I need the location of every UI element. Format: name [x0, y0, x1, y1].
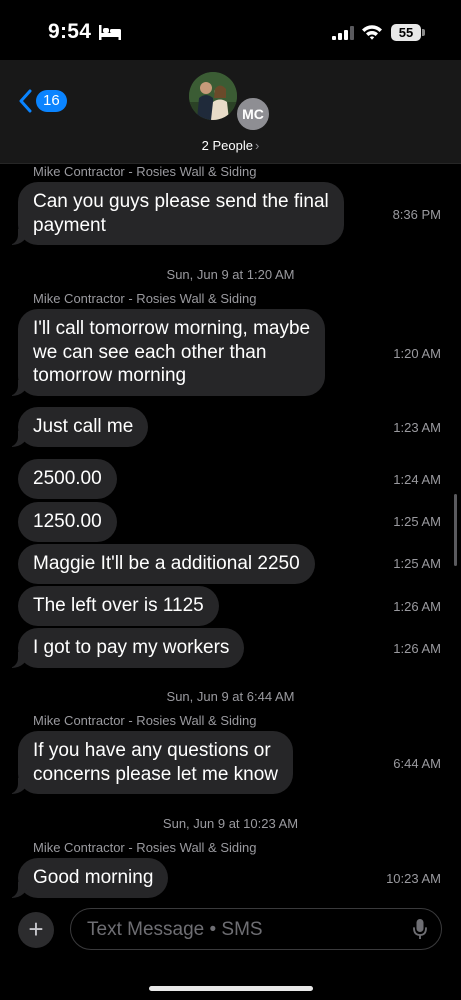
- message-text: I got to pay my workers: [33, 637, 230, 658]
- message-text: Maggie It'll be a additional 2250: [33, 553, 300, 574]
- message-text-line: tomorrow morning: [33, 365, 187, 386]
- sender-name: Mike Contractor - Rosies Wall & Siding: [33, 840, 257, 855]
- message-timestamp: 1:24 AM: [393, 472, 441, 487]
- message-input-placeholder: Text Message • SMS: [87, 919, 263, 940]
- message-timestamp: 8:36 PM: [392, 207, 441, 222]
- home-indicator[interactable]: [149, 986, 313, 991]
- message-text: The left over is 1125: [33, 595, 204, 616]
- people-count-label: 2 People: [201, 138, 253, 153]
- date-separator: Sun, Jun 9 at 10:23 AM: [162, 816, 299, 831]
- message-text: Good morning: [33, 867, 154, 888]
- chevron-left-icon: [19, 89, 32, 113]
- message-thread[interactable]: Mike Contractor - Rosies Wall & Siding C…: [0, 164, 461, 904]
- sender-name: Mike Contractor - Rosies Wall & Siding: [33, 164, 257, 179]
- message-bubble[interactable]: 1250.00: [18, 502, 117, 542]
- microphone-icon[interactable]: [413, 919, 427, 941]
- message-text-line: Can you guys please send the final: [33, 191, 329, 212]
- date-separator: Sun, Jun 9 at 6:44 AM: [166, 689, 295, 704]
- message-text: 1250.00: [33, 511, 102, 532]
- message-timestamp: 1:25 AM: [393, 556, 441, 571]
- add-attachment-button[interactable]: +: [18, 912, 54, 948]
- message-timestamp: 6:44 AM: [393, 756, 441, 771]
- message-text-line: If you have any questions or: [33, 740, 271, 761]
- message-timestamp: 1:25 AM: [393, 514, 441, 529]
- status-bar: 9:54 55: [0, 0, 461, 60]
- message-bubble[interactable]: Maggie It'll be a additional 2250: [18, 544, 315, 584]
- sender-name: Mike Contractor - Rosies Wall & Siding: [33, 291, 257, 306]
- group-avatar-photo[interactable]: [189, 72, 237, 120]
- back-button[interactable]: 16: [18, 87, 78, 115]
- message-bubble[interactable]: Good morning: [7, 858, 169, 898]
- message-timestamp: 1:23 AM: [393, 420, 441, 435]
- group-details-link[interactable]: 2 People ›: [0, 138, 461, 153]
- contact-avatar-initials[interactable]: MC: [235, 96, 271, 132]
- status-time: 9:54: [48, 20, 92, 43]
- message-text-line: payment: [33, 214, 106, 236]
- message-bubble[interactable]: I got to pay my workers: [7, 628, 245, 668]
- signal-icon: [332, 26, 354, 40]
- message-text: 2500.00: [33, 468, 102, 489]
- message-bubble[interactable]: Just call me: [7, 407, 149, 447]
- message-text-line: concerns please let me know: [33, 763, 279, 785]
- message-timestamp: 10:23 AM: [386, 871, 441, 886]
- chevron-right-icon: ›: [254, 138, 260, 153]
- message-bubble[interactable]: 2500.00: [18, 459, 117, 499]
- conversation-header: 16 MC 2 People ›: [0, 60, 461, 164]
- message-bubble[interactable]: If you have any questions or concerns pl…: [7, 731, 294, 794]
- message-text-line: we can see each other than: [33, 341, 267, 363]
- avatar-photo-image: [189, 72, 237, 120]
- wifi-icon: [362, 25, 382, 40]
- message-bubble[interactable]: The left over is 1125: [18, 586, 219, 626]
- battery-cap: [422, 29, 425, 36]
- sender-name: Mike Contractor - Rosies Wall & Siding: [33, 713, 257, 728]
- scrollbar-thumb[interactable]: [454, 494, 457, 566]
- battery-icon: 55: [391, 24, 421, 41]
- bed-icon: [99, 25, 121, 40]
- message-timestamp: 1:26 AM: [393, 641, 441, 656]
- date-separator: Sun, Jun 9 at 1:20 AM: [166, 267, 295, 282]
- message-text-line: I'll call tomorrow morning, maybe: [33, 318, 311, 339]
- message-timestamp: 1:26 AM: [393, 599, 441, 614]
- message-input[interactable]: Text Message • SMS: [70, 908, 442, 950]
- message-timestamp: 1:20 AM: [393, 346, 441, 361]
- unread-count-badge: 16: [36, 90, 67, 112]
- message-bubble[interactable]: I'll call tomorrow morning, maybe we can…: [7, 309, 326, 396]
- message-bubble[interactable]: Can you guys please send the final payme…: [8, 182, 344, 245]
- message-text: Just call me: [33, 416, 134, 437]
